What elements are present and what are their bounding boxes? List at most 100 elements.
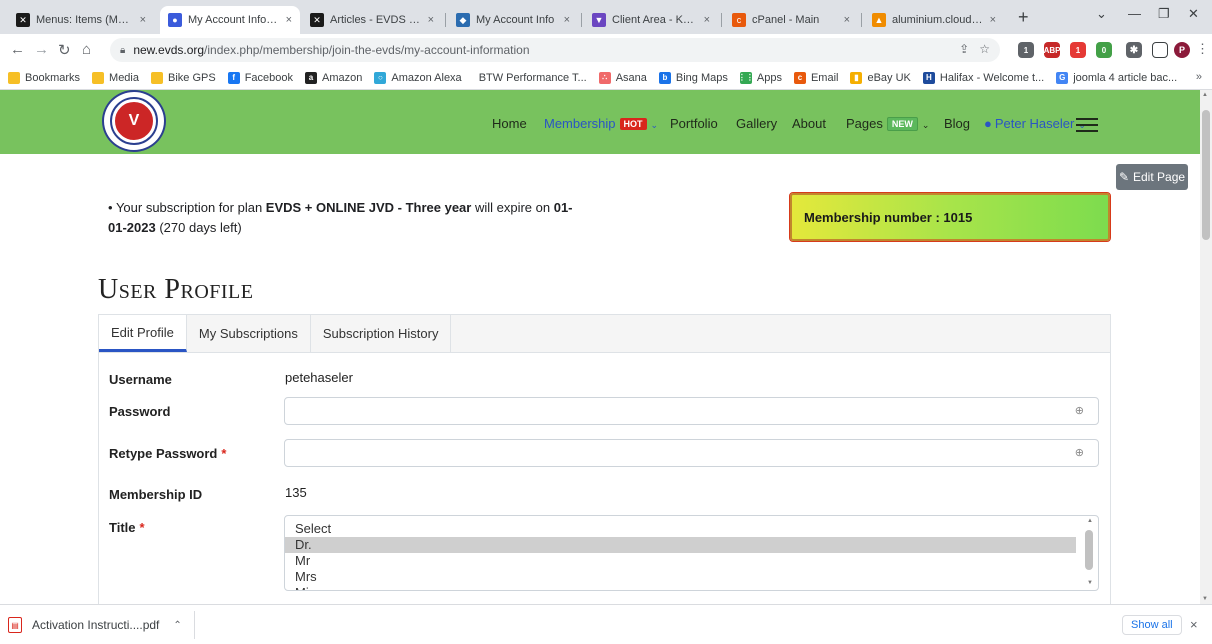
bookmark-label: BTW Performance T... <box>478 71 587 84</box>
scroll-down-arrow-icon[interactable]: ▼ <box>1202 596 1208 602</box>
browser-tab[interactable]: ● My Account Informat × <box>160 6 300 34</box>
reload-icon[interactable]: ↻ <box>58 41 71 59</box>
title-option[interactable]: Miss <box>285 585 1098 590</box>
browser-tab[interactable]: ✕ Articles - EVDS - Adm × <box>302 6 442 34</box>
new-tab-button[interactable]: + <box>1018 7 1029 28</box>
close-download-bar-icon[interactable]: × <box>1190 617 1198 632</box>
nav-item-pages[interactable]: Pages NEW ⌄ <box>846 116 929 131</box>
bookmark-item[interactable]: Bike GPS <box>151 71 216 84</box>
tab-close-icon[interactable]: × <box>428 14 434 26</box>
minimize-icon[interactable]: — <box>1128 6 1141 21</box>
extension-icon[interactable]: 1 <box>1018 42 1034 58</box>
site-logo[interactable]: V <box>102 90 166 152</box>
retype-password-field[interactable]: ⊕ <box>284 439 1099 467</box>
nav-item-membership[interactable]: Membership HOT ⌄ <box>544 116 658 131</box>
tab-close-icon[interactable]: × <box>844 14 850 26</box>
tab-favicon: ● <box>168 13 182 27</box>
title-option[interactable]: Select <box>285 521 1098 537</box>
password-field[interactable]: ⊕ <box>284 397 1099 425</box>
tab-search-icon[interactable]: ⌄ <box>1096 6 1107 22</box>
browser-toolbar: ← → ↻ ⌂ 🔒︎ new.evds.org/index.php/member… <box>0 34 1212 66</box>
bookmarks-overflow-icon[interactable]: » <box>1196 71 1202 83</box>
bookmark-item[interactable]: Media <box>92 71 139 84</box>
nav-label: Gallery <box>736 116 778 131</box>
chevron-up-icon[interactable]: ⌃ <box>173 620 181 631</box>
nav-item-peter-haseler[interactable]: ●Peter Haseler⌄ <box>984 116 1086 131</box>
bookmark-item[interactable]: Gjoomla 4 article bac... <box>1056 71 1177 84</box>
share-icon[interactable]: ⇪ <box>959 42 969 56</box>
edit-page-button[interactable]: ✎ Edit Page <box>1116 164 1188 190</box>
listbox-scroll-down-icon[interactable]: ▼ <box>1087 580 1093 586</box>
title-select[interactable]: SelectDr.MrMrsMiss ▲ ▼ <box>284 515 1099 591</box>
browser-tab[interactable]: ▼ Client Area - Krystal H × <box>584 6 718 34</box>
download-item[interactable]: ▤ Activation Instructi....pdf ⌃ <box>8 613 182 637</box>
title-option[interactable]: Dr. <box>285 537 1076 553</box>
title-option[interactable]: Mrs <box>285 569 1098 585</box>
nav-item-portfolio[interactable]: Portfolio <box>670 116 718 131</box>
browser-tab[interactable]: ◆ My Account Info × <box>448 6 578 34</box>
membership-id-value: 135 <box>285 485 307 500</box>
tab-subscription-history[interactable]: Subscription History <box>311 315 452 352</box>
browser-tab[interactable]: c cPanel - Main × <box>724 6 858 34</box>
show-all-button[interactable]: Show all <box>1122 615 1182 635</box>
tab-close-icon[interactable]: × <box>990 14 996 26</box>
tab-close-icon[interactable]: × <box>704 14 710 26</box>
scroll-up-arrow-icon[interactable]: ▲ <box>1202 92 1208 98</box>
tab-my-subscriptions[interactable]: My Subscriptions <box>187 315 311 352</box>
title-option[interactable]: Mr <box>285 553 1098 569</box>
tab-close-icon[interactable]: × <box>286 14 292 26</box>
forward-arrow-icon[interactable]: → <box>34 41 49 58</box>
password-manager-key-icon[interactable]: ⊕ <box>1075 446 1084 459</box>
browser-tab[interactable]: ▲ aluminium.cloudhost × <box>864 6 1004 34</box>
profile-avatar[interactable]: P <box>1174 42 1190 58</box>
restore-icon[interactable]: ❐ <box>1158 6 1170 22</box>
tab-favicon: ◆ <box>456 13 470 27</box>
nav-item-gallery[interactable]: Gallery <box>736 116 777 131</box>
bookmark-item[interactable]: ∴ Asana <box>598 71 647 84</box>
extensions-puzzle-icon[interactable]: ✱ <box>1126 42 1142 58</box>
home-icon[interactable]: ⌂ <box>82 41 91 58</box>
profile-tabs-panel: Edit Profile My Subscriptions Subscription… <box>98 314 1111 604</box>
extension-icon[interactable]: ABP <box>1044 42 1060 58</box>
password-manager-key-icon[interactable]: ⊕ <box>1075 404 1084 417</box>
tab-favicon: ▲ <box>872 13 886 27</box>
close-window-icon[interactable]: ✕ <box>1188 6 1199 22</box>
bookmark-icon: ○ <box>374 71 387 84</box>
bookmark-item[interactable]: ▮ eBay UK <box>850 71 911 84</box>
bookmark-item[interactable]: c Email <box>793 71 838 84</box>
subscription-middle: will expire on <box>471 200 554 215</box>
lock-icon[interactable]: 🔒︎ <box>120 45 125 56</box>
bookmark-icon: ▮ <box>850 71 863 84</box>
bookmark-item[interactable]: BTW Performance T... <box>474 72 587 84</box>
required-asterisk: * <box>221 446 227 461</box>
bookmark-item[interactable]: ○ Amazon Alexa <box>374 71 462 84</box>
address-bar[interactable]: 🔒︎ new.evds.org/index.php/membership/joi… <box>110 38 1000 62</box>
bookmark-label: eBay UK <box>867 71 911 84</box>
bookmark-icon: G <box>1056 71 1069 84</box>
listbox-scroll-thumb[interactable] <box>1085 530 1093 570</box>
tab-title: aluminium.cloudhost <box>892 14 984 26</box>
hamburger-menu-icon[interactable] <box>1076 118 1098 136</box>
nav-item-blog[interactable]: Blog <box>944 116 970 131</box>
browser-tab[interactable]: ✕ Menus: Items (Main M × <box>8 6 154 34</box>
bookmark-item[interactable]: a Amazon <box>305 71 362 84</box>
extension-icon[interactable]: 1 <box>1070 42 1086 58</box>
bookmark-item[interactable]: b Bing Maps <box>658 71 728 84</box>
bookmark-item[interactable]: H Halifax - Welcome t... <box>922 71 1044 84</box>
page-scrollbar-thumb[interactable] <box>1202 110 1210 240</box>
side-panel-icon[interactable] <box>1152 42 1168 58</box>
nav-item-home[interactable]: Home <box>492 116 527 131</box>
bookmark-icon <box>92 71 105 84</box>
bookmark-item[interactable]: f Facebook <box>227 71 293 84</box>
listbox-scroll-up-icon[interactable]: ▲ <box>1087 518 1093 524</box>
tab-close-icon[interactable]: × <box>140 14 146 26</box>
bookmark-item[interactable]: Bookmarks <box>8 71 80 84</box>
tab-close-icon[interactable]: × <box>564 14 570 26</box>
nav-item-about[interactable]: About <box>792 116 826 131</box>
back-arrow-icon[interactable]: ← <box>10 41 25 58</box>
bookmark-star-icon[interactable]: ☆ <box>979 42 990 56</box>
bookmark-item[interactable]: ⋮⋮ Apps <box>738 71 782 84</box>
extension-icon[interactable]: 0 <box>1096 42 1112 58</box>
tab-edit-profile[interactable]: Edit Profile <box>99 315 187 352</box>
browser-menu-icon[interactable]: ⋮ <box>1196 41 1209 57</box>
